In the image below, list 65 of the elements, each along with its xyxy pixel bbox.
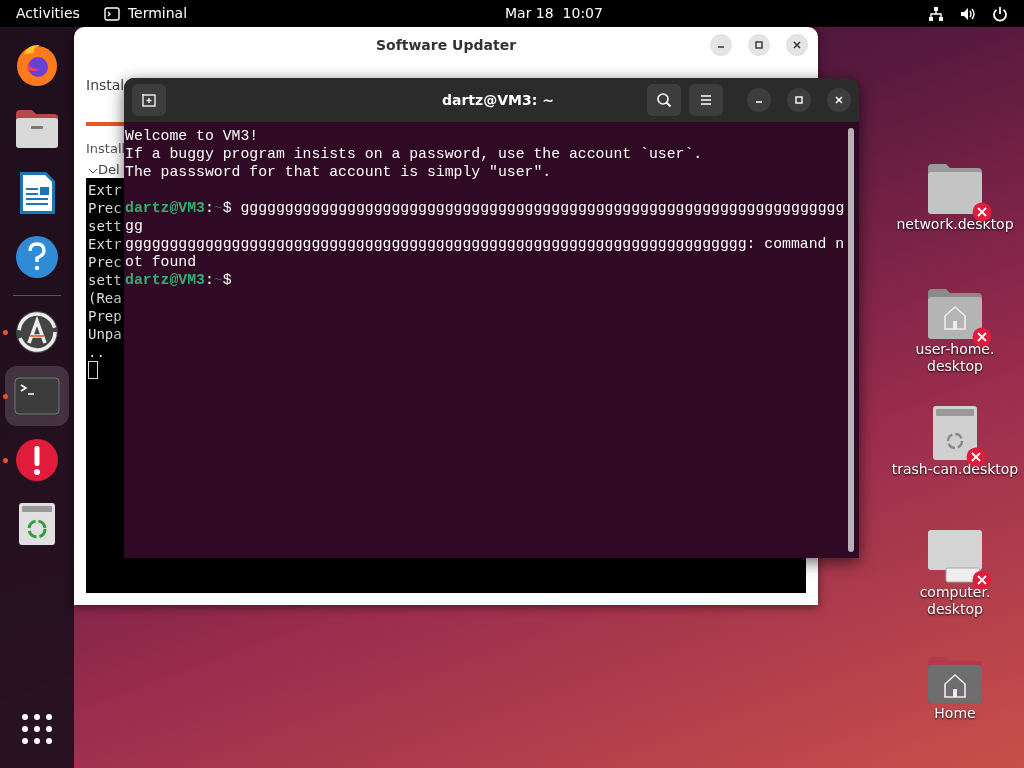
icon-label[interactable]: computer. desktop bbox=[919, 584, 991, 618]
menu-button[interactable] bbox=[689, 84, 723, 116]
folder-icon bbox=[14, 108, 60, 150]
window-title: dartz@VM3: ~ bbox=[442, 90, 554, 110]
prompt-line: dartz@VM3:~$ gggggggggggggggggggggggggggggggggggggggggggggggggggggggggggggggggggg bbox=[125, 200, 845, 216]
app-grid-button[interactable] bbox=[21, 713, 53, 745]
icon-label[interactable]: Home bbox=[934, 705, 976, 722]
trash-icon bbox=[932, 405, 978, 461]
search-icon bbox=[656, 92, 672, 108]
maximize-icon bbox=[754, 40, 764, 50]
software-updater-icon bbox=[14, 309, 60, 355]
power-icon[interactable] bbox=[992, 5, 1008, 22]
maximize-icon bbox=[794, 95, 804, 105]
output-line: Welcome to VM3! bbox=[125, 128, 259, 144]
log-line: sett bbox=[88, 217, 122, 235]
output-line: gg bbox=[125, 218, 143, 234]
computer-icon bbox=[926, 528, 984, 584]
prompt-line: dartz@VM3:~$ bbox=[125, 272, 232, 288]
close-button[interactable] bbox=[786, 34, 808, 56]
log-line: Extr bbox=[88, 181, 122, 199]
log-line: Prec bbox=[88, 253, 122, 271]
new-tab-icon bbox=[141, 92, 157, 108]
output-line: The passsword for that account is simply "user". bbox=[125, 164, 552, 180]
terminal-icon bbox=[14, 377, 60, 415]
firefox-icon bbox=[14, 42, 60, 88]
log-line: Extr bbox=[88, 235, 122, 253]
details-toggle[interactable]: Del bbox=[88, 160, 120, 180]
maximize-button[interactable] bbox=[787, 88, 811, 112]
caret-icon bbox=[88, 166, 98, 175]
new-tab-button[interactable] bbox=[132, 84, 166, 116]
home-folder-icon bbox=[926, 655, 984, 705]
close-button[interactable] bbox=[827, 88, 851, 112]
log-line: Prep bbox=[88, 307, 122, 325]
heading: Instal bbox=[86, 76, 125, 95]
icon-label[interactable]: network.desktop bbox=[896, 216, 1014, 233]
terminal-icon bbox=[103, 6, 120, 21]
document-icon bbox=[17, 170, 57, 216]
log-line: Unpa bbox=[88, 325, 122, 343]
clock[interactable]: Mar 18 10:07 bbox=[505, 3, 603, 24]
log-line: .. bbox=[88, 343, 105, 361]
app-menu[interactable]: Terminal bbox=[127, 3, 188, 24]
close-icon bbox=[834, 95, 844, 105]
status-text: Install bbox=[86, 140, 126, 158]
icon-label[interactable]: trash-can.desktop bbox=[891, 461, 1019, 478]
warning-icon bbox=[14, 437, 60, 483]
trash-icon bbox=[18, 502, 56, 546]
help-icon bbox=[14, 234, 60, 280]
menu-icon bbox=[699, 94, 713, 106]
output-line: gggggggggggggggggggggggggggggggggggggggggggggggggggggggggggggggggggggg: command n bbox=[125, 236, 845, 252]
close-icon bbox=[792, 40, 802, 50]
output-line: If a buggy program insists on a password, use the account `user`. bbox=[125, 146, 703, 162]
output-line: ot found bbox=[125, 254, 197, 270]
scrollbar[interactable] bbox=[848, 128, 854, 552]
log-line: Prec bbox=[88, 199, 122, 217]
network-icon[interactable] bbox=[928, 5, 944, 22]
icon-label[interactable]: user-home. desktop bbox=[915, 341, 995, 375]
maximize-button[interactable] bbox=[748, 34, 770, 56]
minimize-button[interactable] bbox=[747, 88, 771, 112]
cursor bbox=[88, 361, 98, 379]
minimize-button[interactable] bbox=[710, 34, 732, 56]
window-title: Software Updater bbox=[375, 35, 517, 55]
search-button[interactable] bbox=[647, 84, 681, 116]
log-line: sett bbox=[88, 271, 122, 289]
activities-button[interactable]: Activities bbox=[16, 3, 80, 24]
log-line: (Rea bbox=[88, 289, 122, 307]
